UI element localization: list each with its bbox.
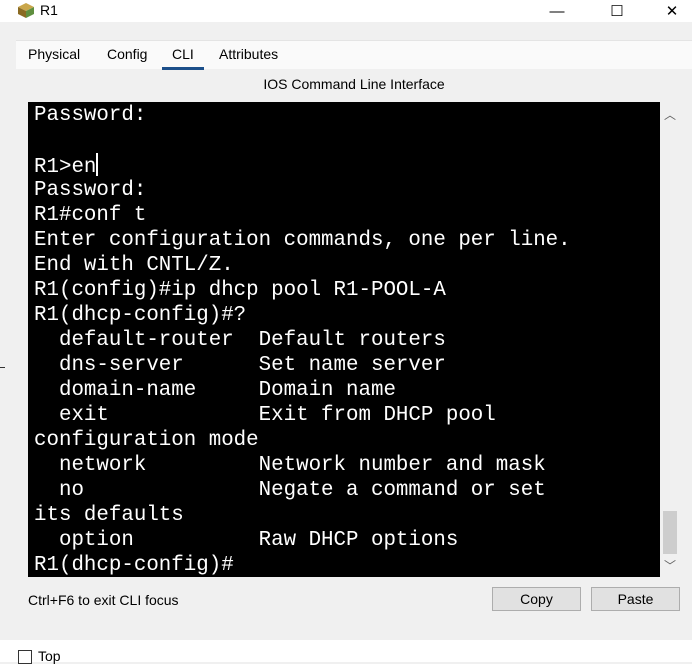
terminal-scrollbar[interactable]: ︿ ﹀ (660, 102, 680, 577)
window-title: R1 (40, 2, 58, 18)
minimize-button[interactable]: — (534, 0, 580, 22)
tab-config[interactable]: Config (107, 45, 147, 67)
terminal-line: Password: (34, 104, 147, 127)
close-icon: ✕ (665, 3, 679, 20)
terminal-line: Enter configuration commands, one per li… (34, 229, 571, 252)
terminal-line: R1(config)#ip dhcp pool R1-POOL-A (34, 279, 446, 302)
terminal-line: R1>en (34, 153, 571, 179)
tab-physical[interactable]: Physical (28, 45, 80, 67)
tab-cli[interactable]: CLI (162, 45, 204, 70)
cli-terminal[interactable]: Password: R1>en Password: R1#conf t Enter co… (28, 102, 660, 577)
title-bar: R1 — ☐ ✕ (0, 0, 692, 22)
terminal-line: default-router Default routers (34, 329, 446, 352)
terminal-output: Password: R1>en Password: R1#conf t Enter co… (34, 103, 571, 577)
cli-heading: IOS Command Line Interface (263, 76, 445, 92)
terminal-line: configuration mode (34, 429, 259, 452)
tab-bar: Physical Config CLI Attributes (0, 22, 692, 70)
terminal-line: R1#conf t (34, 204, 147, 227)
scroll-down-icon[interactable]: ﹀ (660, 555, 680, 575)
edge-divider (0, 367, 5, 368)
paste-button[interactable]: Paste (591, 587, 680, 611)
terminal-line: option Raw DHCP options (34, 529, 459, 552)
footer-bar: Top (0, 640, 692, 664)
copy-button[interactable]: Copy (492, 587, 581, 611)
text-cursor (96, 153, 99, 176)
terminal-line: R1(dhcp-config)# (34, 554, 234, 577)
terminal-line: End with CNTL/Z. (34, 254, 234, 277)
router-app-icon (18, 3, 34, 18)
terminal-line: no Negate a command or set (34, 479, 546, 502)
scroll-up-icon[interactable]: ︿ (660, 104, 680, 124)
terminal-line: Password: (34, 179, 147, 202)
scroll-thumb[interactable] (663, 511, 677, 554)
cli-focus-hint: Ctrl+F6 to exit CLI focus (28, 592, 179, 608)
terminal-line: dns-server Set name server (34, 354, 446, 377)
tab-attributes[interactable]: Attributes (219, 45, 278, 67)
minimize-icon: — (549, 2, 565, 20)
terminal-line: R1(dhcp-config)#? (34, 304, 247, 327)
close-button[interactable]: ✕ (652, 0, 692, 22)
terminal-line: its defaults (34, 504, 184, 527)
terminal-line: exit Exit from DHCP pool (34, 404, 496, 427)
maximize-icon: ☐ (610, 3, 624, 20)
terminal-line: domain-name Domain name (34, 379, 396, 402)
maximize-button[interactable]: ☐ (594, 0, 640, 22)
tab-strip: Physical Config CLI Attributes (16, 40, 692, 70)
terminal-line: network Network number and mask (34, 454, 546, 477)
